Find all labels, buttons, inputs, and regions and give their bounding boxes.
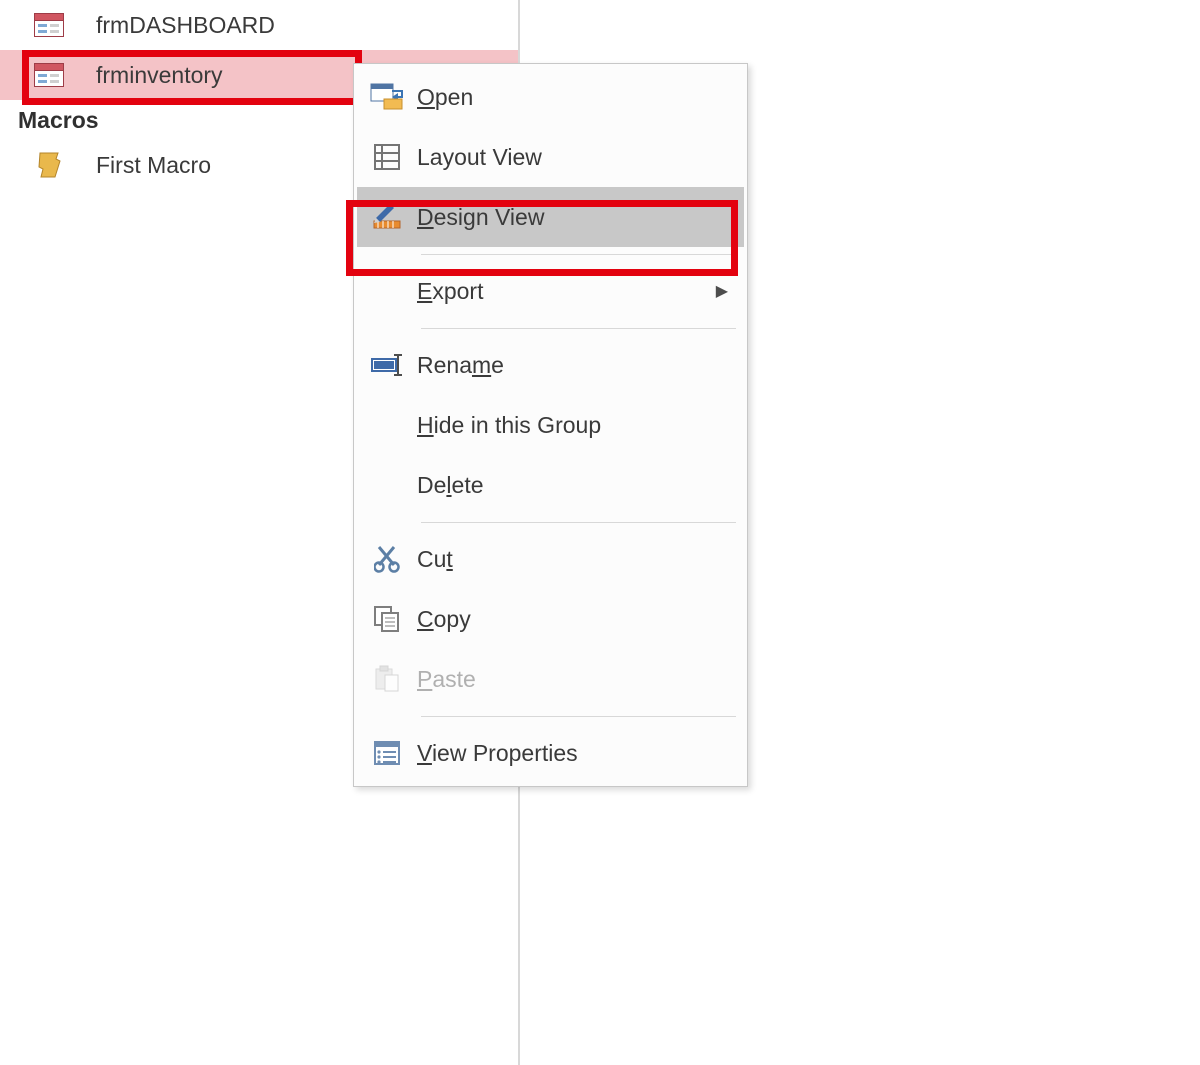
submenu-arrow-icon: ▶ [716,281,744,301]
menu-label: Layout View [417,144,744,171]
menu-label: Copy [417,606,744,633]
open-icon [357,83,417,111]
menu-label: Cut [417,546,744,573]
menu-copy[interactable]: Copy [357,589,744,649]
menu-label: Export [417,278,716,305]
macro-icon [30,151,68,179]
rename-icon [357,354,417,376]
menu-separator [357,709,744,723]
nav-item-label: First Macro [68,152,211,179]
menu-view-properties[interactable]: View Properties [357,723,744,783]
menu-label: Open [417,84,744,111]
paste-icon [357,665,417,693]
menu-label: View Properties [417,740,744,767]
menu-label: Paste [417,666,744,693]
menu-layout-view[interactable]: Layout View [357,127,744,187]
nav-item-frmdashboard[interactable]: frmDASHBOARD [0,0,518,50]
layout-view-icon [357,143,417,171]
menu-label: Hide in this Group [417,412,744,439]
menu-paste: Paste [357,649,744,709]
properties-icon [357,740,417,766]
menu-hide-in-group[interactable]: Hide in this Group [357,395,744,455]
form-icon [30,13,68,37]
menu-label: Delete [417,472,744,499]
menu-separator [357,321,744,335]
menu-label: Rename [417,352,744,379]
copy-icon [357,605,417,633]
menu-delete[interactable]: Delete [357,455,744,515]
menu-cut[interactable]: Cut [357,529,744,589]
menu-separator [357,515,744,529]
cut-icon [357,545,417,573]
highlight-box-nav [22,50,362,105]
menu-rename[interactable]: Rename [357,335,744,395]
context-menu: Open Layout View Design View [353,63,748,787]
menu-open[interactable]: Open [357,67,744,127]
highlight-box-menu [346,200,738,276]
nav-item-label: frmDASHBOARD [68,12,275,39]
